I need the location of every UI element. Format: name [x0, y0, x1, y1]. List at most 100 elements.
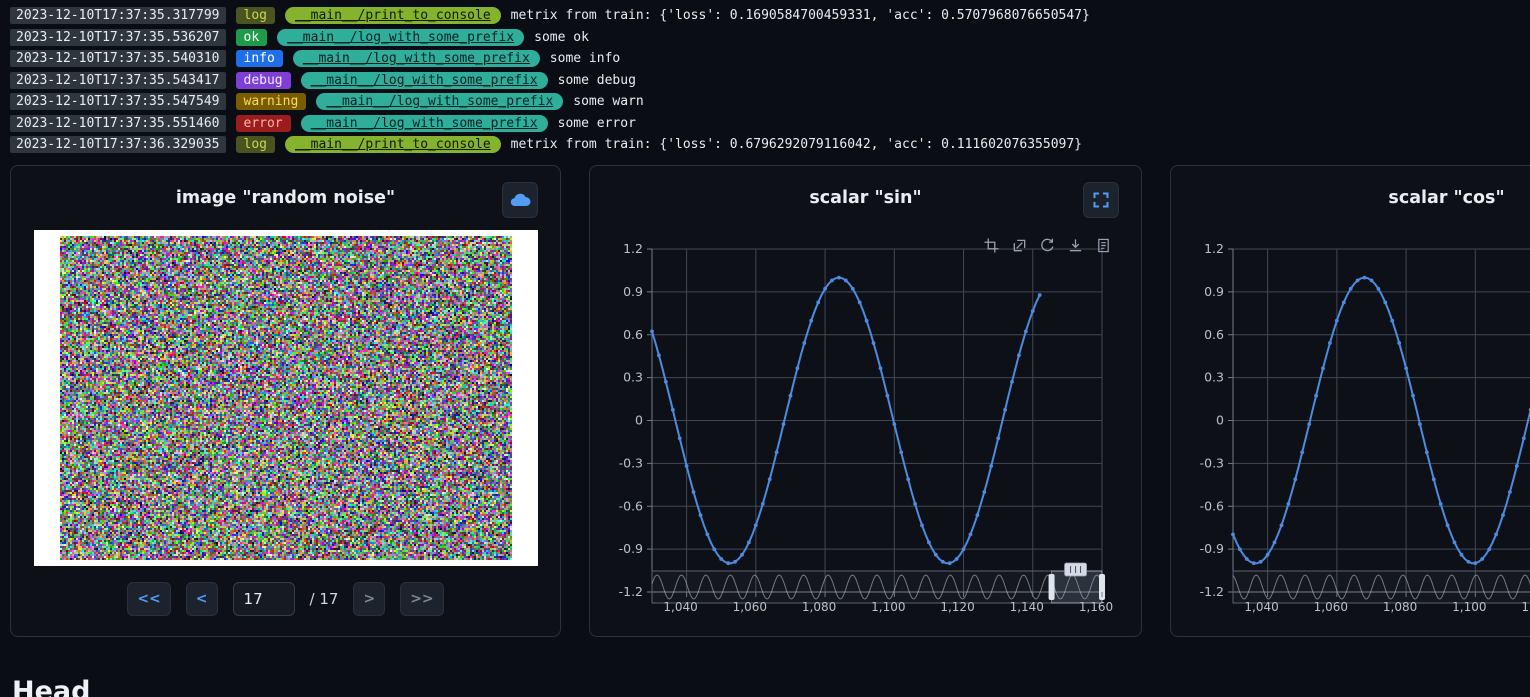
series-point [858, 300, 862, 304]
series-point [1231, 532, 1235, 536]
x-tick-label: 1,040 [1244, 600, 1278, 614]
visualization-cards: image "random noise" << < / 17 > >> scal… [0, 165, 1530, 637]
log-source-badge: __main__/log_with_some_prefix [277, 29, 524, 46]
series-point [1280, 523, 1284, 527]
log-message: some info [550, 51, 620, 66]
series-point [934, 552, 938, 556]
series-point [692, 490, 696, 494]
series-point [906, 477, 910, 481]
y-tick-label: 0.6 [623, 326, 643, 341]
series-point [1266, 552, 1270, 556]
series-point [1038, 293, 1042, 297]
y-tick-label: 0.6 [1204, 326, 1224, 341]
series-point [1259, 559, 1263, 563]
image-card: image "random noise" << < / 17 > >> [10, 165, 561, 637]
series-point [982, 490, 986, 494]
x-tick-label: 1,100 [1452, 600, 1486, 614]
sin-chart[interactable]: 1.20.90.60.30-0.3-0.6-0.9-1.21,0401,0601… [590, 230, 1143, 638]
last-page-button[interactable]: >> [400, 582, 443, 616]
page-input[interactable] [233, 582, 295, 616]
series-point [740, 552, 744, 556]
y-tick-label: 0 [1216, 412, 1224, 427]
sin-chart-header: scalar "sin" [590, 166, 1141, 230]
log-source-badge: __main__/log_with_some_prefix [301, 72, 548, 89]
zoom-select-icon[interactable] [984, 238, 999, 253]
series-point [1328, 341, 1332, 345]
series-point [1467, 559, 1471, 563]
section-heading: Head [12, 676, 90, 697]
log-message: some warn [573, 94, 643, 109]
noise-image [60, 236, 512, 560]
x-tick-label: 1,060 [733, 600, 767, 614]
cloud-icon [509, 191, 531, 209]
series-point [976, 513, 980, 517]
fullscreen-button[interactable] [1083, 182, 1119, 218]
series-point [789, 393, 793, 397]
data-view-icon[interactable] [1096, 238, 1111, 253]
series-point [1418, 422, 1422, 426]
log-timestamp: 2023-12-10T17:37:35.547549 [10, 93, 226, 110]
prev-page-button[interactable]: < [186, 582, 218, 616]
series-point [809, 318, 813, 322]
cloud-download-button[interactable] [502, 182, 538, 218]
save-image-icon[interactable] [1068, 238, 1083, 253]
series-point [1425, 450, 1429, 454]
x-tick-label: 1,040 [663, 600, 697, 614]
series-point [913, 502, 917, 506]
cos-chart[interactable]: 1.20.90.60.30-0.3-0.6-0.9-1.21,0401,0601… [1171, 230, 1530, 638]
log-level-badge: log [236, 136, 275, 153]
log-level-badge: log [236, 7, 275, 24]
series-point [1017, 353, 1021, 357]
series-point [1460, 552, 1464, 556]
series-point [719, 557, 723, 561]
next-page-button[interactable]: > [353, 582, 385, 616]
series-point [927, 540, 931, 544]
log-level-badge: ok [236, 29, 268, 46]
restore-icon[interactable] [1040, 238, 1055, 253]
log-message: some error [558, 116, 636, 131]
sin-chart-card: scalar "sin" 1.20.90.60.30-0.3-0.6-0.9-1… [589, 165, 1142, 637]
series-point [699, 513, 703, 517]
series-point [685, 464, 689, 468]
series-point [1314, 393, 1318, 397]
zoom-reset-icon[interactable] [1012, 238, 1027, 253]
series-point [1273, 540, 1277, 544]
series-point [1363, 275, 1367, 279]
image-frame [34, 230, 538, 566]
log-message: metrix from train: {'loss': 0.6796292079… [511, 137, 1082, 152]
console-line: 2023-12-10T17:37:35.317799log__main__/pr… [10, 5, 1530, 27]
log-level-badge: info [236, 50, 283, 67]
series-point [823, 286, 827, 290]
chart-toolbox [984, 238, 1111, 253]
y-tick-label: -1.2 [1200, 584, 1224, 599]
series-point [1487, 547, 1491, 551]
y-tick-label: 0.3 [1204, 369, 1224, 384]
log-timestamp: 2023-12-10T17:37:35.536207 [10, 29, 226, 46]
first-page-button[interactable]: << [127, 582, 170, 616]
console-line: 2023-12-10T17:37:35.547549warning__main_… [10, 91, 1530, 113]
series-point [1439, 502, 1443, 506]
zoom-minimap[interactable] [1233, 571, 1530, 603]
series-point [1342, 300, 1346, 304]
series-point [996, 436, 1000, 440]
series-point [1307, 422, 1311, 426]
series-point [754, 523, 758, 527]
log-timestamp: 2023-12-10T17:37:35.317799 [10, 7, 226, 24]
series-point [851, 286, 855, 290]
series-point [1238, 547, 1242, 551]
series-point [989, 464, 993, 468]
series-point [1508, 490, 1512, 494]
series-point [1287, 502, 1291, 506]
series-point [802, 341, 806, 345]
log-message: some debug [558, 73, 636, 88]
x-tick-label: 1,160 [1079, 600, 1113, 614]
log-level-badge: debug [236, 72, 291, 89]
series-point [1031, 309, 1035, 313]
log-source-badge: __main__/print_to_console [285, 136, 501, 153]
log-level-badge: error [236, 115, 291, 132]
y-tick-label: 0 [635, 412, 643, 427]
log-source-badge: __main__/log_with_some_prefix [316, 93, 563, 110]
log-timestamp: 2023-12-10T17:37:36.329035 [10, 136, 226, 153]
series-point [650, 329, 654, 333]
zoom-handle-left[interactable] [1049, 574, 1055, 600]
